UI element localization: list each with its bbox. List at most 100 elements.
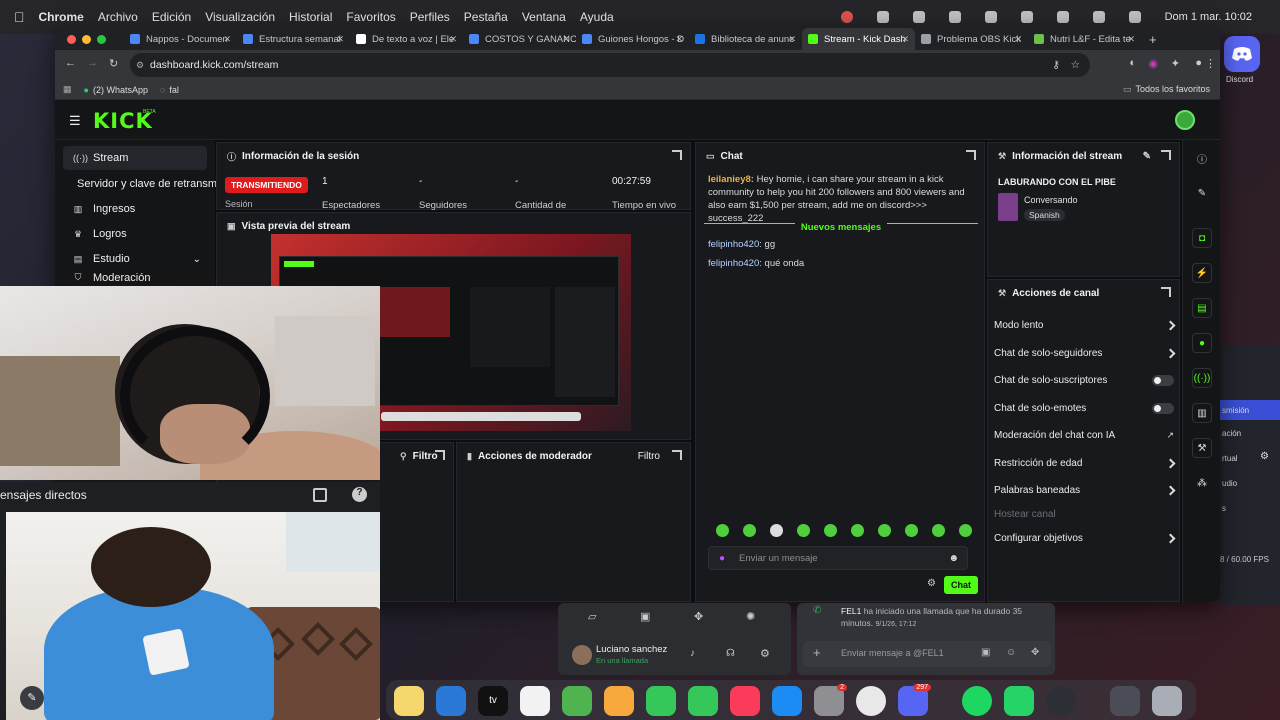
close-tab-icon[interactable]: ✕ <box>562 34 570 45</box>
panel-title[interactable]: Filtro <box>413 451 438 462</box>
whatsapp-app-icon[interactable] <box>1004 686 1034 716</box>
obs-gear-icon[interactable]: ⚙ <box>1260 451 1269 462</box>
info-icon[interactable]: ⓘ <box>1192 148 1212 168</box>
notes-app-icon[interactable] <box>394 686 424 716</box>
expand-icon[interactable] <box>1161 287 1171 297</box>
action-palabras-baneadas[interactable]: Palabras baneadas <box>994 480 1176 500</box>
expand-icon[interactable] <box>1161 150 1171 160</box>
browser-menu-icon[interactable]: ⋮ <box>1205 57 1216 70</box>
close-tab-icon[interactable]: ✕ <box>1014 34 1022 45</box>
obs-control-estudio[interactable]: udio <box>1220 473 1280 493</box>
wifi-icon[interactable] <box>1056 11 1069 23</box>
chrome-app-icon[interactable] <box>856 686 886 716</box>
edit-pencil-icon[interactable]: ✎ <box>1192 183 1212 203</box>
close-window-button[interactable] <box>67 34 76 44</box>
wrench-icon[interactable]: ⚒ <box>1192 438 1212 458</box>
bookmark-whatsapp[interactable]: (2) WhatsApp <box>93 85 148 95</box>
menu-pestana[interactable]: Pestaña <box>464 10 508 24</box>
forward-button[interactable]: → <box>87 57 98 69</box>
settings-dots-icon[interactable]: ⁂ <box>1192 473 1212 493</box>
action-solo-seguidores[interactable]: Chat de solo-seguidores <box>994 343 1176 363</box>
downloads-folder-icon[interactable] <box>1110 686 1140 716</box>
tab-8[interactable]: Problema OBS Kick ✕ <box>915 28 1028 50</box>
camera-icon[interactable]: ◘ <box>1192 228 1212 248</box>
avatar[interactable] <box>572 645 592 665</box>
layout-icon[interactable]: ▥ <box>1192 403 1212 423</box>
record-icon[interactable] <box>840 11 853 23</box>
tab-9[interactable]: Nutri L&F - Edita te ✕ <box>1028 28 1141 50</box>
menu-favoritos[interactable]: Favoritos <box>346 10 395 24</box>
expand-icon[interactable] <box>966 150 976 160</box>
music-app-icon[interactable] <box>730 686 760 716</box>
tv-app-icon[interactable]: tv <box>478 686 508 716</box>
menu-clock[interactable]: Dom 1 mar. 10:02 <box>1165 11 1252 23</box>
obs-control-grabacion[interactable]: ación <box>1220 423 1280 443</box>
chat-settings-icon[interactable]: ⚙ <box>927 578 936 589</box>
emote-icon[interactable] <box>905 524 918 537</box>
tab-6[interactable]: Biblioteca de anunc ✕ <box>689 28 802 50</box>
sidebar-item-estudio[interactable]: ▤ Estudio ⌄ <box>63 247 207 271</box>
close-tab-icon[interactable]: ✕ <box>675 34 683 45</box>
trash-icon[interactable] <box>1152 686 1182 716</box>
display-icon[interactable] <box>948 11 961 23</box>
document-icon[interactable]: ▤ <box>1192 298 1212 318</box>
obs-control-ajustes[interactable]: s <box>1220 498 1280 518</box>
menu-visualizacion[interactable]: Visualización <box>205 10 275 24</box>
emote-icon[interactable] <box>770 524 783 537</box>
emote-icon[interactable] <box>959 524 972 537</box>
lightning-icon[interactable]: ⚡ <box>1192 263 1212 283</box>
emote-icon[interactable] <box>797 524 810 537</box>
sidebar-item-server-key[interactable]: Servidor y clave de retransm <box>63 172 219 196</box>
all-bookmarks[interactable]: ▭ Todos los favoritos <box>1123 84 1210 95</box>
freeform-app-icon[interactable] <box>436 686 466 716</box>
chat-message-input[interactable]: ● Enviar un mensaje ☻ <box>708 546 968 570</box>
chat-username[interactable]: leilaniey8: <box>708 174 754 185</box>
help-icon[interactable]: ? <box>352 487 367 502</box>
expand-icon[interactable] <box>672 450 682 460</box>
obs-control-camara-virtual[interactable]: rtual <box>1220 448 1280 468</box>
photos-app-icon[interactable] <box>604 686 634 716</box>
emotes-only-toggle[interactable] <box>1152 402 1174 414</box>
reload-button[interactable]: ↻ <box>109 57 118 70</box>
new-tab-button[interactable]: + <box>1149 32 1157 47</box>
play-icon[interactable] <box>984 11 997 23</box>
facetime-app-icon[interactable] <box>688 686 718 716</box>
extensions-puzzle-icon[interactable]: ✦ <box>1171 57 1180 70</box>
sidebar-item-ingresos[interactable]: ▥ Ingresos <box>63 197 207 221</box>
extension-2-icon[interactable]: ◉ <box>1148 57 1158 70</box>
bookmark-fal[interactable]: fal <box>169 85 179 95</box>
headphones-icon[interactable]: ☊ <box>726 648 735 659</box>
chat-username[interactable]: felipinho420: <box>708 239 762 250</box>
tab-2[interactable]: Estructura semanal ✕ <box>237 28 350 50</box>
site-info-icon[interactable]: ⚙ <box>136 60 144 71</box>
emote-icon[interactable] <box>743 524 756 537</box>
gift-icon[interactable]: ▣ <box>981 647 990 658</box>
menu-ventana[interactable]: Ventana <box>522 10 566 24</box>
emote-icon[interactable] <box>851 524 864 537</box>
edit-pencil-icon[interactable]: ✎ <box>1143 151 1151 162</box>
obs-app-icon[interactable] <box>1046 686 1076 716</box>
activities-icon[interactable]: ✥ <box>694 610 703 623</box>
tab-5[interactable]: Guiones Hongos - D ✕ <box>576 28 689 50</box>
microphone-icon[interactable]: ♪ <box>690 648 695 659</box>
tab-1[interactable]: Nappos - Documen ✕ <box>124 28 237 50</box>
menu-ayuda[interactable]: Ayuda <box>580 10 614 24</box>
menu-historial[interactable]: Historial <box>289 10 332 24</box>
messages-app-icon[interactable] <box>646 686 676 716</box>
screen-icon[interactable] <box>876 11 889 23</box>
hamburger-menu-icon[interactable]: ☰ <box>69 113 81 129</box>
mute-microphone-icon[interactable]: ✎ <box>20 686 44 710</box>
action-modo-lento[interactable]: Modo lento <box>994 315 1176 335</box>
menu-perfiles[interactable]: Perfiles <box>410 10 450 24</box>
reminders-app-icon[interactable] <box>520 686 550 716</box>
sidebar-item-logros[interactable]: ♛ Logros <box>63 222 207 246</box>
zoom-window-button[interactable] <box>97 34 106 44</box>
discord-app-dock-icon[interactable]: 297 <box>898 684 931 716</box>
control-center-icon[interactable] <box>1128 11 1141 23</box>
keyboard-icon[interactable] <box>1020 11 1033 23</box>
back-button[interactable]: ← <box>65 57 76 69</box>
action-moderacion-ia[interactable]: Moderación del chat con IA ↗ <box>994 425 1174 445</box>
menu-archivo[interactable]: Archivo <box>98 10 138 24</box>
search-icon[interactable] <box>1092 11 1105 23</box>
emote-icon[interactable] <box>878 524 891 537</box>
